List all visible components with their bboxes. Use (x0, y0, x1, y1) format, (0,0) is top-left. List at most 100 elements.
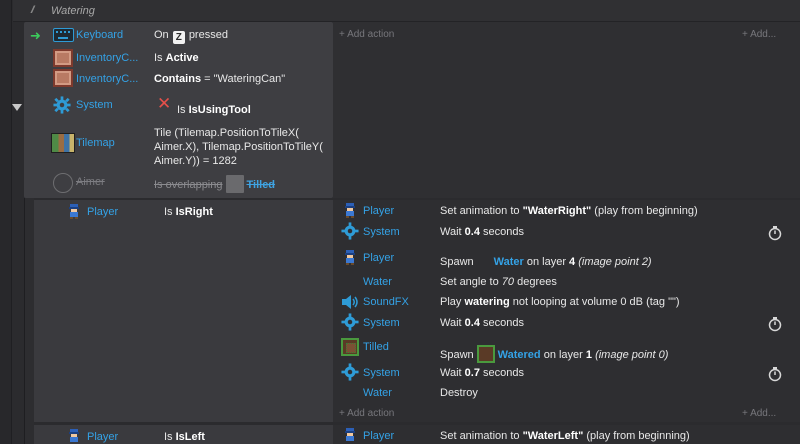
action-text[interactable]: Destroy (440, 386, 478, 400)
action-text[interactable]: Spawn Watered on layer 1 (image point 0) (440, 345, 668, 363)
action-text-bold: 0.4 (464, 317, 480, 329)
condition-text-disabled[interactable]: Is overlapping Tilled (154, 175, 275, 193)
condition-text[interactable]: Is IsUsingTool (177, 103, 251, 117)
watered-thumb-icon (476, 345, 495, 363)
condition-text[interactable]: Is Active (154, 51, 199, 65)
action-text-pre: Destroy (440, 387, 478, 399)
condition-text-post: pressed (188, 29, 228, 41)
player-icon (69, 204, 79, 219)
action-text-bold: "WaterRight" (522, 205, 592, 217)
condition-object[interactable]: System (76, 99, 113, 111)
action-text-pre: Wait (440, 367, 465, 379)
condition-text-bold: IsRight (175, 206, 213, 218)
condition-text-pre: Is overlapping (154, 179, 223, 191)
comment-text: Watering (51, 5, 95, 17)
trigger-arrow-icon: ➜ (30, 28, 41, 43)
gear-icon (341, 222, 359, 240)
comment-icon: // (31, 5, 34, 16)
condition-object[interactable]: Keyboard (76, 29, 123, 41)
action-text-pre: Set angle to (440, 276, 502, 288)
add-more-button[interactable]: + Add... (742, 408, 776, 419)
condition-text-pre: Is (177, 104, 186, 116)
sub-actions-area[interactable] (333, 200, 800, 422)
action-text-pre: Wait (440, 226, 465, 238)
action-text-pre: Wait (440, 317, 465, 329)
sub-conditions-panel[interactable] (34, 200, 333, 422)
condition-text[interactable]: Is IsLeft (164, 430, 205, 444)
collapse-triangle-icon[interactable] (12, 104, 22, 111)
condition-object[interactable]: InventoryC... (76, 73, 138, 85)
action-text-pre: Play (440, 296, 465, 308)
player-icon (69, 429, 79, 442)
condition-object[interactable]: Player (87, 431, 118, 443)
action-text[interactable]: Wait 0.7 seconds (440, 366, 524, 380)
condition-text-bold: IsLeft (175, 431, 205, 443)
condition-object[interactable]: Aimer (76, 176, 105, 188)
z-key-icon: Z (172, 31, 185, 44)
condition-text-line: Aimer.Y)) = 1282 (154, 155, 237, 167)
action-text-pre: Spawn (440, 256, 474, 268)
inventory-icon (53, 69, 73, 87)
comment-row[interactable]: // Watering (13, 0, 800, 22)
action-text-object: Watered (497, 349, 541, 361)
condition-text-post: = "WateringCan" (201, 73, 286, 85)
tilled-thumb-icon (225, 175, 244, 193)
timer-icon (768, 226, 782, 241)
action-text-italic: (image point 0) (592, 349, 669, 361)
action-object[interactable]: Water (363, 276, 392, 288)
action-text-post: degrees (514, 276, 557, 288)
action-object[interactable]: Player (363, 205, 394, 217)
timer-icon (768, 367, 782, 382)
condition-text[interactable]: On Z pressed (154, 28, 228, 44)
action-text[interactable]: Wait 0.4 seconds (440, 225, 524, 239)
action-object[interactable]: SoundFX (363, 296, 409, 308)
action-text-post: seconds (479, 367, 524, 379)
action-text-bold: watering (464, 296, 510, 308)
condition-object[interactable]: Tilemap (76, 137, 115, 149)
action-text-mid: on layer (523, 256, 570, 268)
condition-text-line: Aimer.X), Tilemap.PositionToTileY( (154, 141, 323, 153)
action-object[interactable]: Tilled (363, 341, 389, 353)
player-icon (345, 250, 355, 265)
add-action-button[interactable]: + Add action (339, 29, 394, 40)
condition-object[interactable]: InventoryC... (76, 52, 138, 64)
gear-icon (341, 313, 359, 331)
action-text-italic: 70 (501, 276, 515, 288)
action-text[interactable]: Wait 0.4 seconds (440, 316, 524, 330)
condition-text-pre: Is (164, 206, 173, 218)
action-text-pre: Set animation to (440, 430, 523, 442)
aimer-icon (53, 173, 73, 193)
inventory-icon (53, 49, 73, 67)
condition-text[interactable]: Tile (Tilemap.PositionToTileX( Aimer.X),… (154, 126, 323, 168)
action-object[interactable]: System (363, 226, 400, 238)
condition-object[interactable]: Player (87, 206, 118, 218)
action-text[interactable]: Spawn Water on layer 4 (image point 2) (440, 255, 652, 269)
parent-actions-area[interactable] (333, 22, 800, 198)
gear-icon (53, 96, 71, 114)
action-object[interactable]: Player (363, 430, 394, 442)
action-object[interactable]: Water (363, 387, 392, 399)
action-object[interactable]: System (363, 317, 400, 329)
condition-text-target: Tilled (246, 179, 276, 191)
condition-text-pre: Is (154, 52, 163, 64)
action-text-object: Water (493, 256, 524, 268)
add-more-button[interactable]: + Add... (742, 29, 776, 40)
timer-icon (768, 317, 782, 332)
action-object[interactable]: Player (363, 252, 394, 264)
condition-text-bold: IsUsingTool (188, 104, 251, 116)
tilemap-icon (51, 133, 75, 153)
action-text[interactable]: Set angle to 70 degrees (440, 275, 557, 289)
gear-icon (341, 363, 359, 381)
action-text-bold: "WaterLeft" (522, 430, 584, 442)
action-text[interactable]: Set animation to "WaterLeft" (play from … (440, 429, 690, 443)
action-text-mid: on layer (540, 349, 586, 361)
action-text[interactable]: Play watering not looping at volume 0 dB… (440, 295, 680, 309)
condition-text-bold: Active (165, 52, 199, 64)
condition-text[interactable]: Contains = "WateringCan" (154, 72, 285, 86)
add-action-button[interactable]: + Add action (339, 408, 394, 419)
condition-text[interactable]: Is IsRight (164, 205, 213, 219)
action-text-post: (play from beginning) (583, 430, 690, 442)
action-text[interactable]: Set animation to "WaterRight" (play from… (440, 204, 698, 218)
action-object[interactable]: System (363, 367, 400, 379)
action-text-post: (play from beginning) (591, 205, 698, 217)
